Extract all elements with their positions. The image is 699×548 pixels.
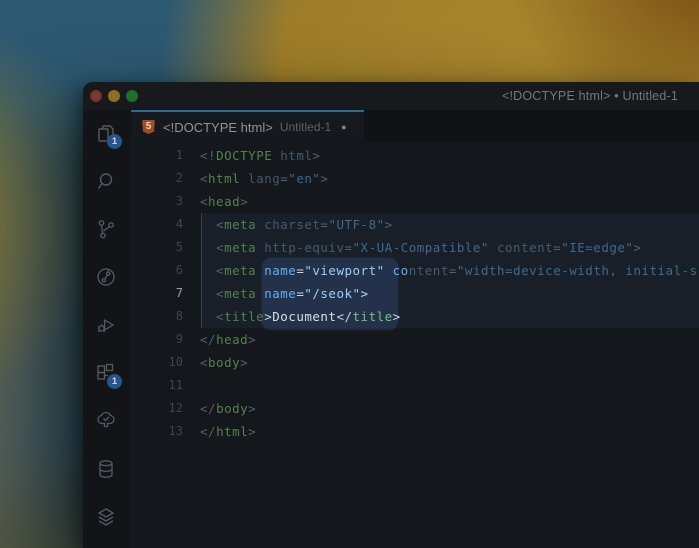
- line-number: 10: [130, 351, 183, 374]
- code-lines: 1<!DOCTYPE html>2<html lang="en">3<head>…: [130, 144, 699, 443]
- vscode-window: <!DOCTYPE html> • Untitled-1 1: [83, 82, 699, 548]
- dirty-indicator-icon[interactable]: ●: [341, 122, 346, 132]
- close-button[interactable]: [90, 90, 102, 102]
- code-editor[interactable]: 1<!DOCTYPE html>2<html lang="en">3<head>…: [130, 142, 699, 548]
- search-icon[interactable]: [94, 169, 118, 193]
- code-line[interactable]: 3<head>: [130, 190, 699, 213]
- window-title: <!DOCTYPE html> • Untitled-1: [502, 89, 678, 103]
- code-line[interactable]: 7 <meta name="/seok">: [130, 282, 699, 305]
- line-number: 6: [130, 259, 183, 282]
- tab-untitled-1[interactable]: 5 <!DOCTYPE html> Untitled-1 ●: [131, 110, 364, 142]
- code-line[interactable]: 1<!DOCTYPE html>: [130, 144, 699, 167]
- line-number: 2: [130, 167, 183, 190]
- code-line[interactable]: 11: [130, 374, 699, 397]
- run-and-debug-icon[interactable]: [94, 313, 118, 337]
- database-icon[interactable]: [94, 457, 118, 481]
- line-number: 11: [130, 374, 183, 397]
- code-line[interactable]: 8 <title>Document</title>: [130, 305, 699, 328]
- zoom-button[interactable]: [126, 90, 138, 102]
- desktop: <!DOCTYPE html> • Untitled-1 1: [0, 0, 699, 548]
- line-number: 4: [130, 213, 183, 236]
- line-number: 3: [130, 190, 183, 213]
- code-line[interactable]: 9</head>: [130, 328, 699, 351]
- minimize-button[interactable]: [108, 90, 120, 102]
- code-line[interactable]: 13</html>: [130, 420, 699, 443]
- window-titlebar[interactable]: <!DOCTYPE html> • Untitled-1: [83, 82, 699, 110]
- layers-icon[interactable]: [94, 505, 118, 529]
- source-control-icon[interactable]: [94, 217, 118, 241]
- line-number: 8: [130, 305, 183, 328]
- code-line[interactable]: 6 <meta name="viewport" content="width=d…: [130, 259, 699, 282]
- code-line[interactable]: 5 <meta http-equiv="X-UA-Compatible" con…: [130, 236, 699, 259]
- line-number: 1: [130, 144, 183, 167]
- git-graph-icon[interactable]: [94, 265, 118, 289]
- code-line[interactable]: 12</body>: [130, 397, 699, 420]
- activity-bar: 1: [83, 110, 131, 548]
- extensions-badge: 1: [107, 374, 122, 389]
- tab-label: <!DOCTYPE html>: [163, 120, 273, 135]
- code-line[interactable]: 4 <meta charset="UTF-8">: [130, 213, 699, 236]
- tab-bar: 5 <!DOCTYPE html> Untitled-1 ●: [130, 110, 699, 142]
- html5-icon: 5: [142, 120, 155, 134]
- tab-description: Untitled-1: [280, 120, 331, 134]
- line-number: 5: [130, 236, 183, 259]
- code-line[interactable]: 2<html lang="en">: [130, 167, 699, 190]
- line-number: 9: [130, 328, 183, 351]
- line-number: 12: [130, 397, 183, 420]
- line-number: 13: [130, 420, 183, 443]
- todo-tree-icon[interactable]: [94, 409, 118, 433]
- explorer-badge: 1: [107, 134, 122, 149]
- line-number: 7: [130, 282, 183, 305]
- code-line[interactable]: 10<body>: [130, 351, 699, 374]
